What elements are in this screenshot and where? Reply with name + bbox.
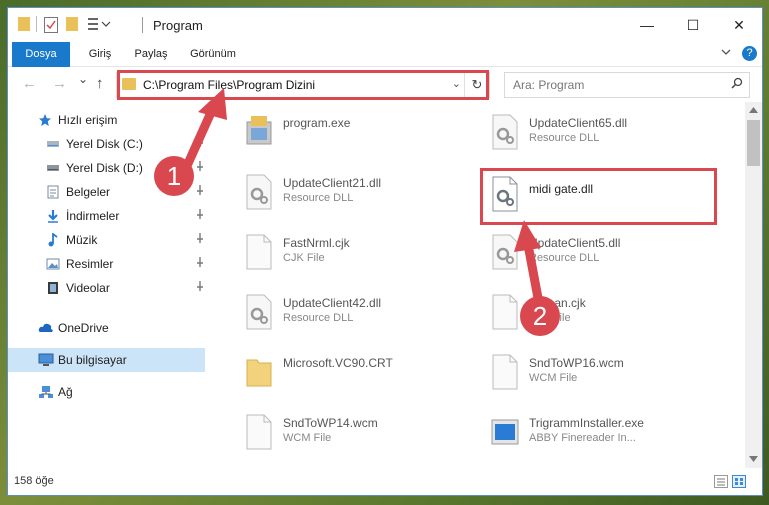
explorer-window: Program — ☐ ✕ Dosya Giriş Paylaş Görünüm… [8,8,762,495]
annotation-arrows [181,88,543,303]
step-2-badge: 2 [520,296,560,336]
step-1-badge: 1 [154,156,194,196]
